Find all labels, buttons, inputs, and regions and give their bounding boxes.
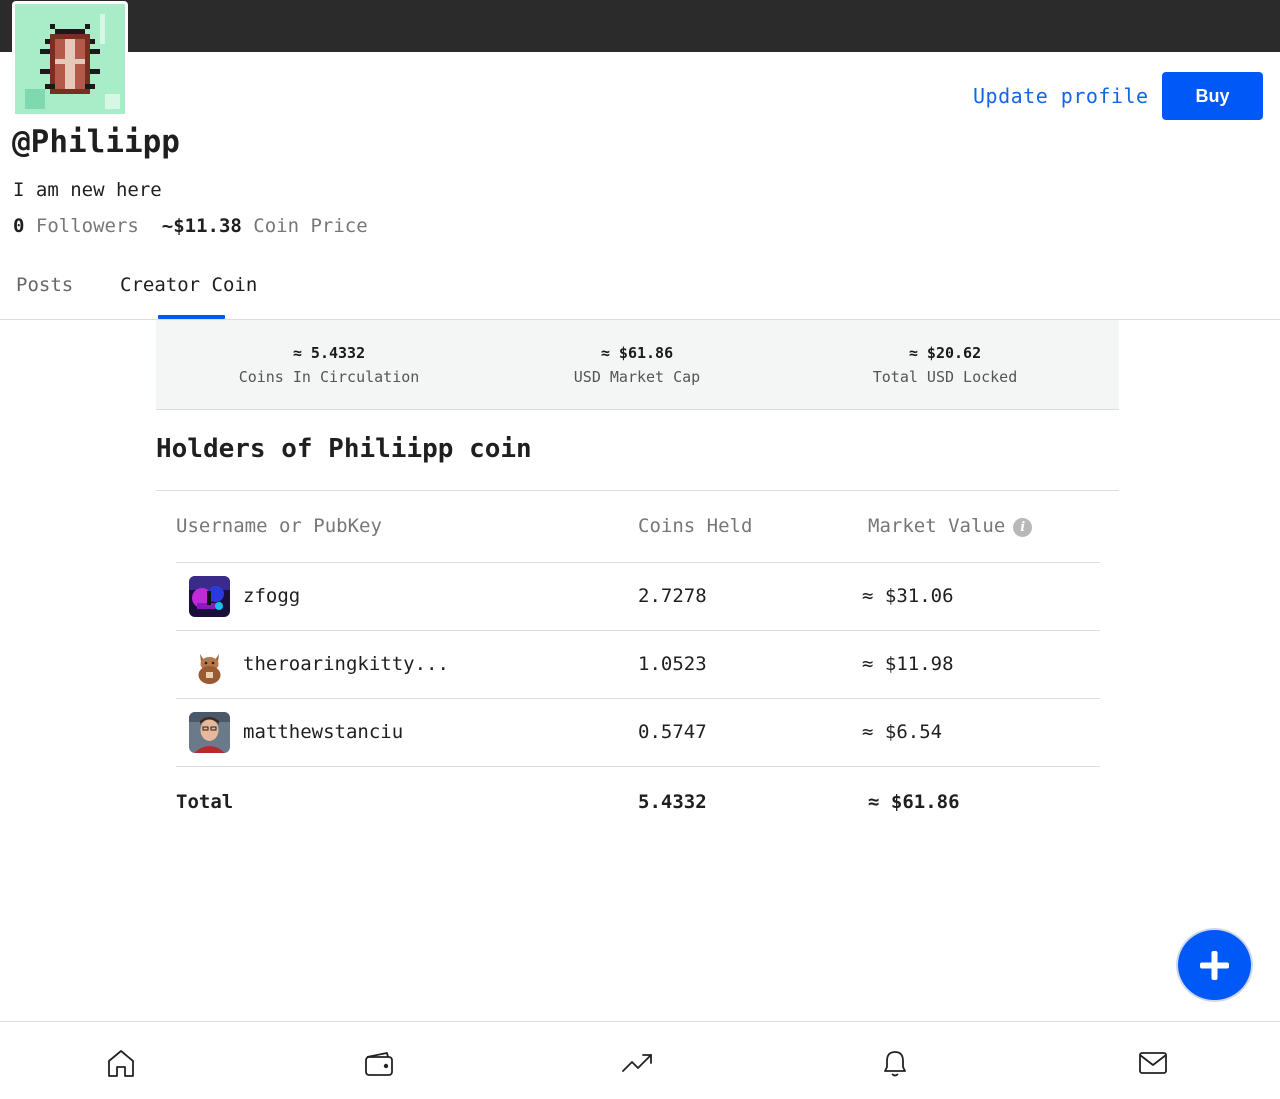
coin-price-label: Coin Price	[253, 215, 368, 237]
nav-home[interactable]	[105, 1047, 137, 1079]
avatar[interactable]	[189, 576, 230, 617]
nav-messages[interactable]	[1137, 1047, 1169, 1079]
nav-wallet[interactable]	[363, 1047, 395, 1079]
home-icon	[108, 1050, 134, 1077]
summary-usd-locked: ≈ $20.62 Total USD Locked	[795, 344, 1095, 386]
market-value-label: Market Value	[868, 515, 1006, 537]
wallet-icon	[365, 1052, 393, 1076]
profile-stats: 0 Followers ~$11.38 Coin Price	[13, 215, 368, 237]
nav-trending[interactable]	[621, 1047, 653, 1079]
summary-label: Total USD Locked	[872, 368, 1018, 386]
followers-count: 0	[13, 215, 25, 237]
table-row: theroaringkitty... 1.0523 ≈ $11.98	[176, 631, 1100, 698]
trending-icon	[622, 1054, 652, 1072]
summary-value: ≈ $61.86	[600, 344, 674, 362]
followers-label: Followers	[35, 215, 139, 237]
holder-coins: 1.0523	[638, 653, 707, 675]
tab-creator-coin[interactable]: Creator Coin	[120, 274, 257, 296]
column-header-market-value: Market Value i	[868, 515, 1033, 537]
bottom-nav	[0, 1021, 1280, 1099]
total-label: Total	[176, 791, 234, 813]
holder-username[interactable]: matthewstanciu	[243, 721, 403, 743]
column-header-username: Username or PubKey	[176, 515, 382, 537]
holder-value: ≈ $31.06	[862, 585, 954, 607]
holder-coins: 0.5747	[638, 721, 707, 743]
coin-summary: ≈ 5.4332 Coins In Circulation ≈ $61.86 U…	[156, 320, 1119, 410]
summary-circulation: ≈ 5.4332 Coins In Circulation	[179, 344, 479, 386]
row-divider	[176, 766, 1100, 767]
tab-posts[interactable]: Posts	[16, 274, 73, 296]
holder-coins: 2.7278	[638, 585, 707, 607]
table-row: zfogg 2.7278 ≈ $31.06	[176, 563, 1100, 630]
total-value: ≈ $61.86	[868, 791, 960, 813]
holder-value: ≈ $6.54	[862, 721, 943, 743]
bell-icon	[884, 1051, 906, 1077]
profile-bio: I am new here	[13, 179, 162, 201]
avatar[interactable]	[189, 712, 230, 753]
update-profile-link[interactable]: Update profile	[973, 84, 1149, 108]
holders-title: Holders of Philiipp coin	[156, 434, 532, 464]
holder-username[interactable]: zfogg	[243, 585, 300, 607]
holder-username[interactable]: theroaringkitty...	[243, 653, 449, 675]
avatar[interactable]	[189, 644, 230, 685]
title-divider	[156, 490, 1119, 491]
summary-value: ≈ $20.62	[908, 344, 982, 362]
summary-market-cap: ≈ $61.86 USD Market Cap	[487, 344, 787, 386]
column-header-coins: Coins Held	[638, 515, 753, 537]
table-row: matthewstanciu 0.5747 ≈ $6.54	[176, 699, 1100, 766]
create-post-button[interactable]	[1176, 928, 1253, 1002]
mail-icon	[1139, 1052, 1167, 1074]
nav-notifications[interactable]	[879, 1047, 911, 1079]
top-bar	[0, 0, 1280, 52]
holder-value: ≈ $11.98	[862, 653, 954, 675]
info-icon[interactable]: i	[1013, 518, 1033, 537]
buy-button[interactable]: Buy	[1162, 72, 1263, 120]
summary-label: Coins In Circulation	[238, 368, 420, 386]
summary-label: USD Market Cap	[573, 368, 701, 386]
plus-icon	[1200, 951, 1229, 980]
profile-avatar	[12, 1, 128, 115]
total-coins: 5.4332	[638, 791, 707, 813]
summary-value: ≈ 5.4332	[292, 344, 366, 362]
profile-username: @Philiipp	[12, 124, 180, 160]
coin-price: ~$11.38	[161, 215, 242, 237]
